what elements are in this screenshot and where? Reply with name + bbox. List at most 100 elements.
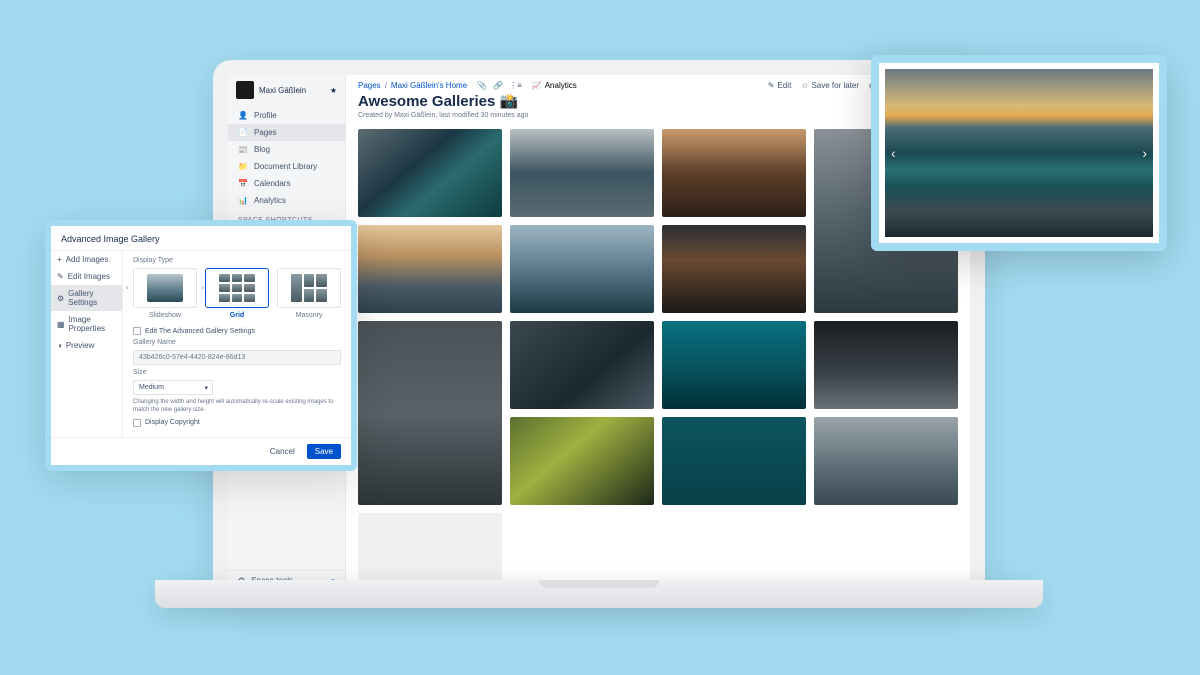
modal-tab-edit-images[interactable]: ✎Edit Images bbox=[51, 268, 122, 285]
grid-label: Grid bbox=[205, 312, 269, 319]
plus-icon: + bbox=[57, 255, 62, 264]
sidebar-item-pages[interactable]: 📄 Pages bbox=[228, 124, 345, 141]
gallery-image[interactable] bbox=[814, 321, 958, 409]
chart-icon: 📈 bbox=[532, 81, 542, 90]
display-type-slideshow[interactable]: ‹ › bbox=[133, 268, 197, 308]
lightbox-prev-button[interactable]: ‹ bbox=[891, 145, 896, 161]
pages-icon: 📄 bbox=[238, 128, 248, 137]
gallery-settings-modal: Advanced Image Gallery +Add Images ✎Edit… bbox=[45, 220, 357, 471]
gallery-name-label: Gallery Name bbox=[133, 339, 341, 346]
sidebar-item-label: Profile bbox=[254, 111, 277, 120]
modal-sidebar: +Add Images ✎Edit Images ⚙Gallery Settin… bbox=[51, 251, 123, 437]
edit-button[interactable]: ✎ Edit bbox=[768, 81, 792, 90]
sidebar-item-label: Calendars bbox=[254, 179, 290, 188]
modal-body: +Add Images ✎Edit Images ⚙Gallery Settin… bbox=[51, 251, 351, 437]
gallery-image[interactable] bbox=[510, 129, 654, 217]
attachment-icon[interactable]: 📎 bbox=[477, 81, 487, 90]
sidebar-item-calendars[interactable]: 📅 Calendars bbox=[228, 175, 345, 192]
image-lightbox: ‹ › bbox=[871, 55, 1167, 251]
display-copyright-checkbox-row[interactable]: Display Copyright bbox=[133, 419, 341, 427]
gallery-image[interactable] bbox=[510, 225, 654, 313]
analytics-link[interactable]: 📈 Analytics bbox=[532, 81, 577, 90]
calendar-icon: 📅 bbox=[238, 179, 248, 188]
edit-advanced-checkbox-row[interactable]: Edit The Advanced Gallery Settings bbox=[133, 327, 341, 335]
sidebar-item-label: Blog bbox=[254, 145, 270, 154]
breadcrumb-separator: / bbox=[385, 81, 387, 90]
breadcrumb-root[interactable]: Pages bbox=[358, 81, 381, 90]
gallery-image[interactable] bbox=[358, 513, 502, 590]
edit-advanced-label: Edit The Advanced Gallery Settings bbox=[145, 328, 255, 335]
gallery-image[interactable] bbox=[510, 321, 654, 409]
sidebar-item-documents[interactable]: 📁 Document Library bbox=[228, 158, 345, 175]
display-type-labels: Slideshow Grid Masonry bbox=[133, 312, 341, 319]
grid-preview bbox=[219, 274, 255, 302]
save-later-button[interactable]: ☆ Save for later bbox=[801, 81, 859, 90]
size-select[interactable]: Medium bbox=[133, 380, 213, 395]
chevron-left-icon: ‹ bbox=[126, 285, 128, 292]
sidebar-item-label: Document Library bbox=[254, 162, 317, 171]
breadcrumb-current[interactable]: Maxi Gäßlein's Home bbox=[391, 81, 467, 90]
laptop-base bbox=[155, 580, 1043, 608]
modal-tab-image-properties[interactable]: ▦Image Properties bbox=[51, 311, 122, 337]
modal-title: Advanced Image Gallery bbox=[51, 226, 351, 251]
size-label: Size bbox=[133, 369, 341, 376]
gallery-image[interactable] bbox=[662, 417, 806, 505]
topbar-icons: 📎 🔗 ⋮≡ bbox=[477, 81, 522, 90]
modal-tab-gallery-settings[interactable]: ⚙Gallery Settings bbox=[51, 285, 122, 311]
blog-icon: 📰 bbox=[238, 145, 248, 154]
avatar[interactable] bbox=[236, 81, 254, 99]
sidebar-item-analytics[interactable]: 📊 Analytics bbox=[228, 192, 345, 209]
modal-tab-add-images[interactable]: +Add Images bbox=[51, 251, 122, 268]
preview-icon: ◑ bbox=[57, 341, 62, 350]
folder-icon: 📁 bbox=[238, 162, 248, 171]
display-copyright-label: Display Copyright bbox=[145, 419, 200, 426]
masonry-preview bbox=[291, 274, 327, 302]
grid-icon: ▦ bbox=[57, 320, 65, 329]
modal-tab-preview[interactable]: ◑Preview bbox=[51, 337, 122, 354]
lightbox-image[interactable]: ‹ › bbox=[885, 69, 1153, 237]
gallery-image[interactable] bbox=[662, 129, 806, 217]
lightbox-next-button[interactable]: › bbox=[1142, 145, 1147, 161]
sidebar-item-label: Pages bbox=[254, 128, 277, 137]
display-types: ‹ › bbox=[133, 268, 341, 308]
modal-content: Display Type ‹ › Slideshow Grid Masonry bbox=[123, 251, 351, 437]
sidebar-item-profile[interactable]: 👤 Profile bbox=[228, 107, 345, 124]
gallery-image[interactable] bbox=[662, 225, 806, 313]
slideshow-label: Slideshow bbox=[133, 312, 197, 319]
gallery-image[interactable] bbox=[814, 417, 958, 505]
sidebar-header: Maxi Gäßlein ★ bbox=[228, 75, 345, 105]
chevron-right-icon: › bbox=[202, 285, 204, 292]
gallery-image[interactable] bbox=[358, 129, 502, 217]
save-button[interactable]: Save bbox=[307, 444, 341, 459]
sidebar-item-label: Analytics bbox=[254, 196, 286, 205]
display-type-label: Display Type bbox=[133, 257, 341, 264]
pencil-icon: ✎ bbox=[768, 81, 775, 90]
display-type-grid[interactable] bbox=[205, 268, 269, 308]
analytics-icon: 📊 bbox=[238, 196, 248, 205]
star-outline-icon: ☆ bbox=[801, 81, 808, 90]
checkbox-icon[interactable] bbox=[133, 327, 141, 335]
gallery-image[interactable] bbox=[358, 225, 502, 313]
breadcrumb: Pages / Maxi Gäßlein's Home bbox=[358, 81, 467, 90]
gear-icon: ⚙ bbox=[57, 294, 64, 303]
hierarchy-icon[interactable]: ⋮≡ bbox=[509, 81, 522, 90]
gallery-image[interactable] bbox=[662, 321, 806, 409]
pencil-icon: ✎ bbox=[57, 272, 64, 281]
profile-icon: 👤 bbox=[238, 111, 248, 120]
modal-footer: Cancel Save bbox=[51, 437, 351, 465]
display-type-masonry[interactable] bbox=[277, 268, 341, 308]
restrictions-icon[interactable]: 🔗 bbox=[493, 81, 503, 90]
user-name: Maxi Gäßlein bbox=[259, 86, 325, 95]
star-icon[interactable]: ★ bbox=[330, 86, 337, 95]
laptop-notch bbox=[539, 580, 659, 588]
sidebar-item-blog[interactable]: 📰 Blog bbox=[228, 141, 345, 158]
gallery-name-input[interactable]: 43b426c0-57e4-4420-824e-86d13 bbox=[133, 350, 341, 365]
slideshow-preview bbox=[147, 274, 183, 302]
cancel-button[interactable]: Cancel bbox=[262, 444, 303, 459]
gallery-image[interactable] bbox=[358, 321, 502, 505]
checkbox-icon[interactable] bbox=[133, 419, 141, 427]
gallery-image[interactable] bbox=[510, 417, 654, 505]
size-help-text: Changing the width and height will autom… bbox=[133, 399, 341, 415]
sidebar-nav: 👤 Profile 📄 Pages 📰 Blog 📁 Document Libr… bbox=[228, 105, 345, 211]
masonry-label: Masonry bbox=[277, 312, 341, 319]
